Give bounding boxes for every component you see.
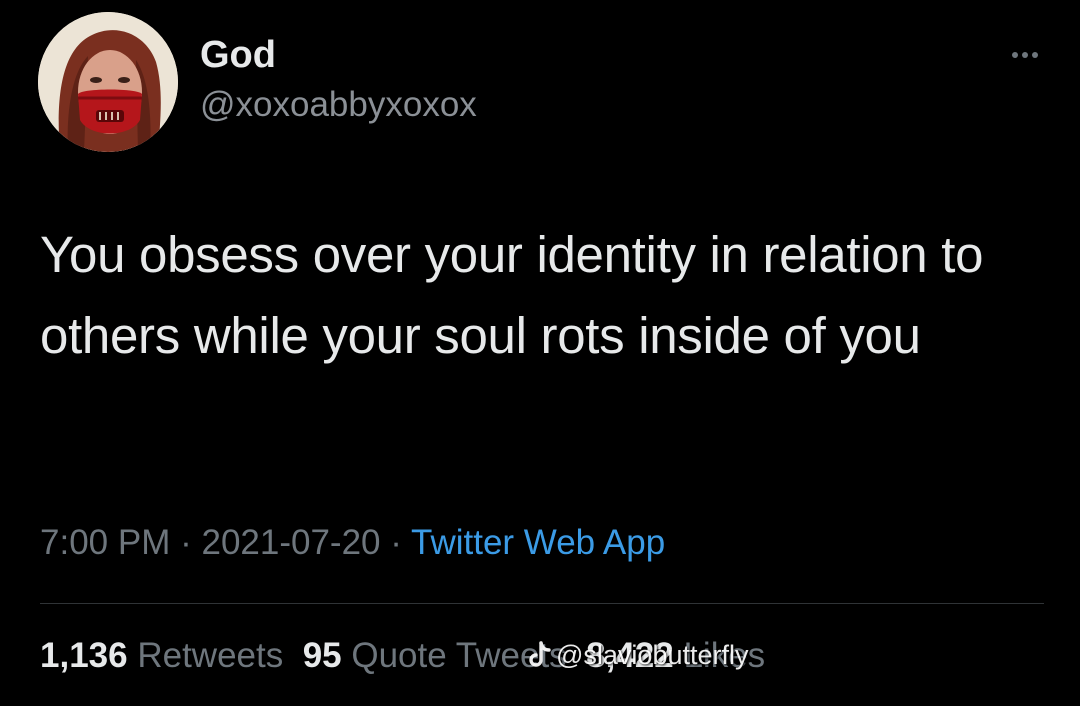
- tiktok-watermark: @slaviobutterfly: [528, 641, 748, 669]
- tweet-card: God @xoxoabbyxoxox You obsess over your …: [0, 0, 1080, 706]
- retweets-stat[interactable]: 1,136 Retweets: [40, 636, 283, 675]
- more-dot: [1032, 52, 1038, 58]
- more-dot: [1012, 52, 1018, 58]
- avatar[interactable]: [38, 12, 178, 152]
- tweet-time[interactable]: 7:00 PM: [40, 523, 170, 562]
- quotes-count: 95: [302, 636, 342, 675]
- tweet-date[interactable]: 2021-07-20: [201, 523, 380, 562]
- avatar-image: [38, 12, 178, 152]
- retweets-label: Retweets: [137, 636, 284, 675]
- tweet-source-link[interactable]: Twitter Web App: [411, 523, 665, 562]
- more-dot: [1022, 52, 1028, 58]
- display-name[interactable]: God: [200, 36, 276, 74]
- tweet-text: You obsess over your identity in relatio…: [40, 226, 984, 364]
- watermark-text: @slaviobutterfly: [556, 639, 749, 670]
- tweet-metadata: 7:00 PM · 2021-07-20 · Twitter Web App: [40, 525, 665, 560]
- divider: [40, 603, 1044, 604]
- meta-separator: ·: [390, 523, 402, 562]
- tiktok-icon: [528, 641, 552, 669]
- meta-separator: ·: [180, 523, 192, 562]
- more-options-icon[interactable]: [1000, 40, 1050, 70]
- retweets-count: 1,136: [40, 636, 128, 675]
- user-handle[interactable]: @xoxoabbyxoxox: [200, 87, 477, 122]
